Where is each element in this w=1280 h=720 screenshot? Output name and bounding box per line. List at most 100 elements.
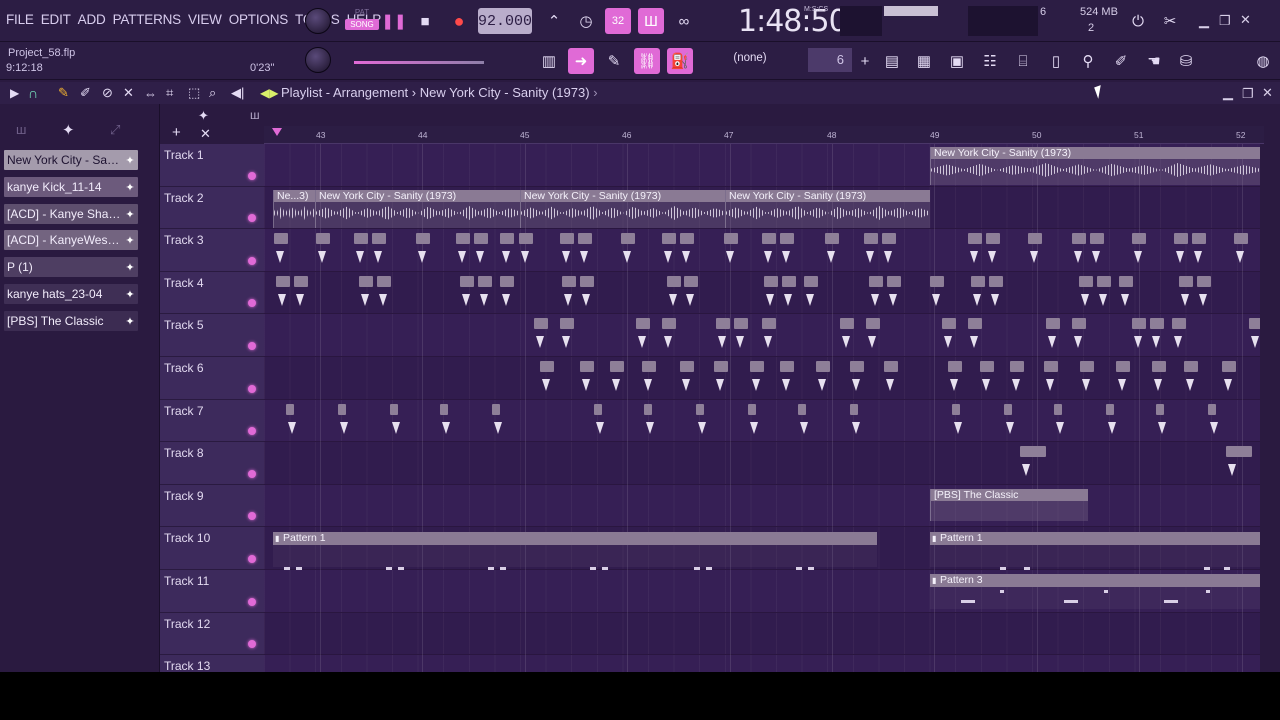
- track-header[interactable]: Track 10: [160, 527, 264, 570]
- drum-clip[interactable]: [989, 275, 1003, 306]
- audio-clip[interactable]: Ne...3): [273, 190, 315, 228]
- drum-clip[interactable]: [1234, 233, 1248, 264]
- drum-clip[interactable]: [294, 275, 308, 306]
- drum-clip[interactable]: [316, 233, 330, 264]
- drum-clip[interactable]: [1249, 318, 1260, 349]
- menu-add[interactable]: ADD: [78, 12, 106, 27]
- play-arrow-icon[interactable]: ▶: [10, 86, 19, 100]
- browser-item[interactable]: [PBS] The Classic ✦: [4, 311, 138, 331]
- snap-selector[interactable]: (none): [716, 52, 784, 70]
- drum-clip[interactable]: [840, 318, 854, 349]
- drum-clip[interactable]: [986, 233, 1000, 264]
- drum-clip[interactable]: [971, 275, 985, 306]
- drum-clip[interactable]: [1072, 233, 1086, 264]
- drum-clip[interactable]: [716, 318, 730, 349]
- drum-clip[interactable]: [644, 403, 654, 434]
- drum-clip[interactable]: [724, 233, 738, 264]
- track-mute-led[interactable]: [248, 384, 256, 393]
- browser-item[interactable]: kanye hats_23-04 ✦: [4, 284, 138, 304]
- drum-clip[interactable]: [1156, 403, 1166, 434]
- channel-rack-icon[interactable]: ▦: [911, 48, 937, 74]
- drum-clip[interactable]: [1004, 403, 1014, 434]
- track-mute-led[interactable]: [248, 214, 256, 223]
- drum-clip[interactable]: [782, 275, 796, 306]
- master-pitch-knob[interactable]: [305, 47, 331, 73]
- drum-clip[interactable]: [750, 361, 764, 391]
- drum-clip[interactable]: [500, 233, 514, 264]
- track-mute-led[interactable]: [248, 512, 256, 521]
- drum-clip[interactable]: [930, 275, 944, 306]
- drum-clip[interactable]: [1174, 233, 1188, 264]
- grid-icon[interactable]: ш: [250, 108, 260, 122]
- drum-clip[interactable]: [968, 233, 982, 264]
- drum-clip[interactable]: [942, 318, 956, 349]
- track-header[interactable]: Track 6: [160, 357, 264, 400]
- drum-clip[interactable]: [377, 275, 391, 306]
- track-mute-led[interactable]: [248, 640, 256, 649]
- drum-clip[interactable]: [825, 233, 839, 264]
- plugin-icon[interactable]: ⚲: [1075, 48, 1101, 74]
- loop-record-icon[interactable]: ∞: [671, 8, 697, 34]
- track-mute-led[interactable]: [248, 341, 256, 350]
- drum-clip[interactable]: [1184, 361, 1198, 391]
- browser-icon[interactable]: ⌸: [1010, 48, 1036, 74]
- piano-roll-icon[interactable]: ▣: [944, 48, 970, 74]
- track-header[interactable]: Track 7: [160, 399, 264, 443]
- pattern-clip[interactable]: Pattern 3: [930, 574, 1260, 587]
- track-lane[interactable]: [264, 655, 1260, 672]
- drum-clip[interactable]: [667, 275, 681, 306]
- playlist-minimize-icon[interactable]: ▁: [1223, 85, 1233, 101]
- track-mute-led[interactable]: [248, 554, 256, 563]
- globe-icon[interactable]: ◍: [1250, 48, 1276, 74]
- close-track-icon[interactable]: ✕: [200, 126, 211, 142]
- drum-clip[interactable]: [1152, 361, 1166, 391]
- hand-icon[interactable]: ☚: [1141, 48, 1167, 74]
- drum-clip[interactable]: [804, 275, 818, 306]
- track-header[interactable]: Track 4: [160, 271, 264, 315]
- menu-edit[interactable]: EDIT: [41, 12, 71, 27]
- pattern-clip[interactable]: Pattern 1: [273, 532, 877, 545]
- drum-clip[interactable]: [762, 318, 776, 349]
- track-mute-led[interactable]: [248, 427, 256, 436]
- track-header[interactable]: Track 12: [160, 612, 264, 656]
- drum-clip[interactable]: [968, 318, 982, 349]
- select-tool-icon[interactable]: ⬚: [188, 85, 200, 101]
- draw-tool-icon[interactable]: ✎: [58, 85, 69, 101]
- plus-icon[interactable]: +: [852, 48, 878, 74]
- audio-clip[interactable]: New York City - Sanity (1973): [315, 190, 520, 228]
- menu-options[interactable]: OPTIONS: [229, 12, 289, 27]
- magnet-icon[interactable]: ∩: [28, 85, 38, 101]
- delete-tool-icon[interactable]: ⊘: [102, 85, 113, 101]
- drum-clip[interactable]: [500, 275, 514, 306]
- mixer-icon[interactable]: ☷: [977, 48, 1003, 74]
- drum-clip[interactable]: [869, 275, 883, 306]
- drum-clip[interactable]: [1097, 275, 1111, 306]
- drum-clip[interactable]: [1197, 275, 1211, 306]
- drum-clip[interactable]: [1046, 318, 1060, 349]
- drum-clip[interactable]: [1179, 275, 1193, 306]
- pitch-slider[interactable]: [354, 61, 484, 64]
- pattern-arrow-icon[interactable]: ◀▶: [260, 86, 278, 100]
- audio-wave-icon[interactable]: ✦: [62, 121, 75, 139]
- step-edit-icon[interactable]: 32: [605, 8, 631, 34]
- drum-clip[interactable]: [1116, 361, 1130, 391]
- drum-clip[interactable]: [952, 403, 962, 434]
- audio-clip[interactable]: New York City - Sanity (1973): [725, 190, 930, 228]
- drum-clip[interactable]: [696, 403, 706, 434]
- drum-clip[interactable]: [1150, 318, 1164, 349]
- drum-clip[interactable]: [1226, 446, 1252, 477]
- track-header[interactable]: Track 5: [160, 314, 264, 357]
- playlist-restore-icon[interactable]: ❐: [1242, 86, 1254, 102]
- shop-icon[interactable]: ⛁: [1173, 48, 1199, 74]
- drum-clip[interactable]: [850, 361, 864, 391]
- track-header[interactable]: Track 8: [160, 442, 264, 485]
- playlist-icon[interactable]: ▤: [879, 48, 905, 74]
- pencil-icon[interactable]: ✐: [1108, 48, 1134, 74]
- track-lane[interactable]: [264, 612, 1260, 656]
- pat-song-toggle[interactable]: PAT SONG: [345, 8, 379, 36]
- audio-clip[interactable]: New York City - Sanity (1973): [520, 190, 725, 228]
- drum-clip[interactable]: [456, 233, 470, 264]
- drum-clip[interactable]: [474, 233, 488, 264]
- drum-clip[interactable]: [780, 233, 794, 264]
- drum-clip[interactable]: [478, 275, 492, 306]
